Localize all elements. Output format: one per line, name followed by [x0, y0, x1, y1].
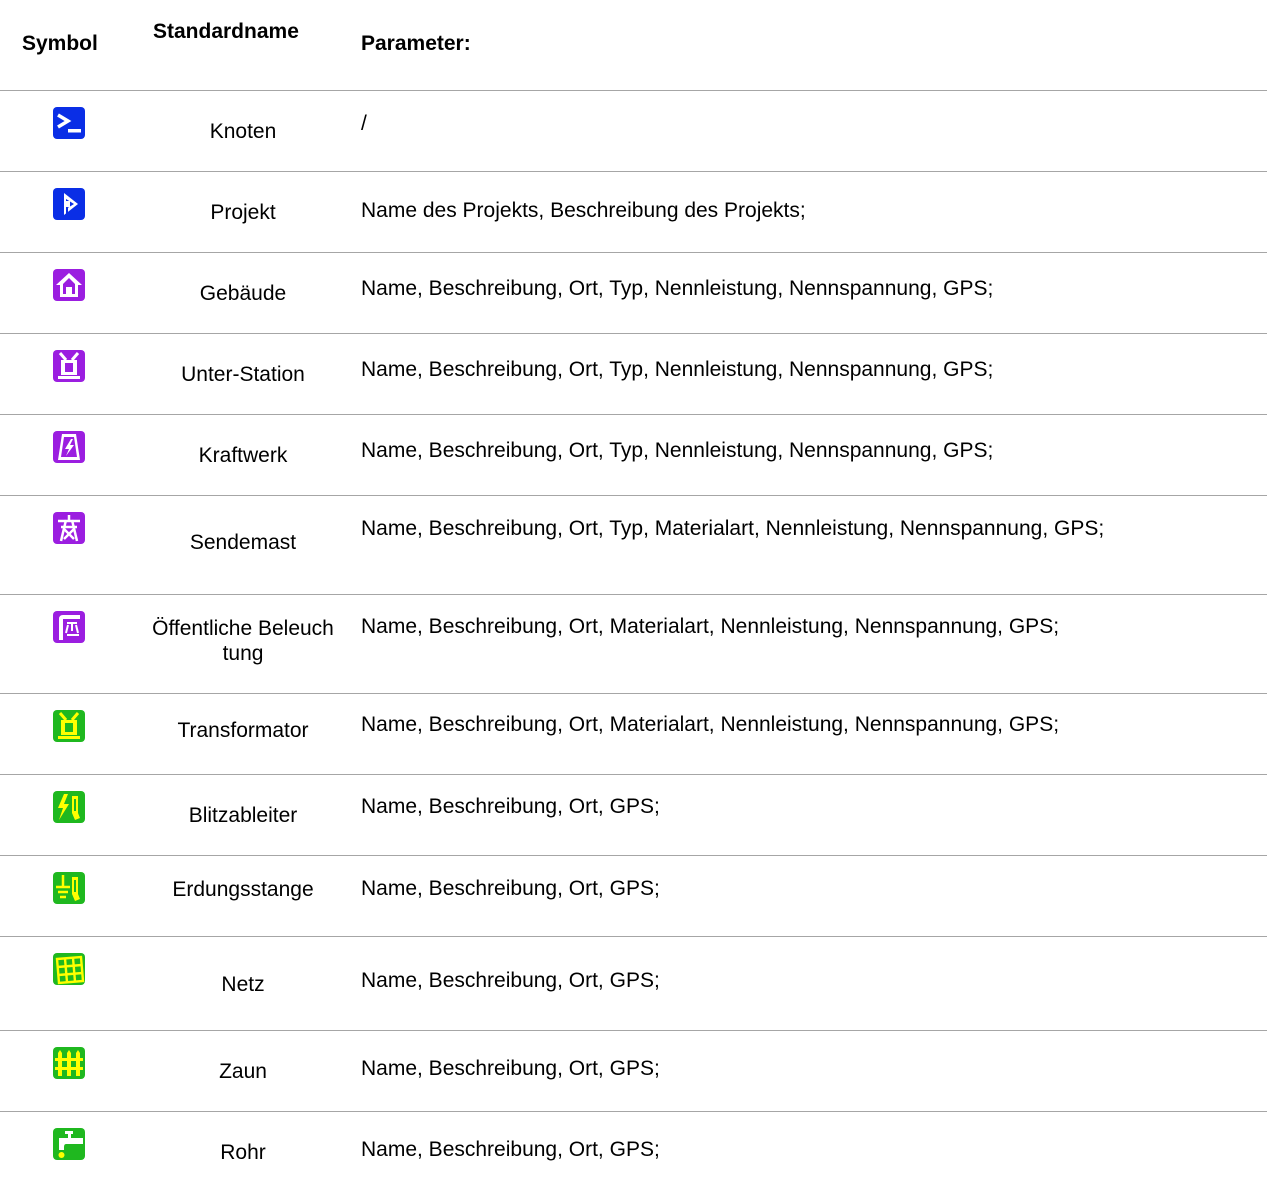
table-row: Zaun Name, Beschreibung, Ort, GPS; [0, 1030, 1267, 1112]
earthing-rod-icon [53, 872, 85, 904]
terminal-icon [53, 107, 85, 139]
lightning-rod-icon [53, 791, 85, 823]
transmission-tower-icon [53, 512, 85, 544]
table-row: Kraftwerk Name, Beschreibung, Ort, Typ, N… [0, 414, 1267, 496]
header-standard-name: Standardname [153, 20, 299, 43]
fence-icon [53, 1047, 85, 1079]
table-row: Transformator Name, Beschreibung, Ort, Ma… [0, 693, 1267, 775]
row-standard-name: Kraftwerk [198, 444, 288, 467]
row-standard-name: Öffentliche Beleuchtung [152, 617, 334, 665]
header-parameters: Parameter: [361, 32, 471, 55]
table-row: Knoten / [0, 90, 1267, 172]
table-row: Öffentliche Beleuchtung Name, Beschreibun… [0, 594, 1267, 694]
row-parameters: Name, Beschreibung, Ort, GPS; [361, 877, 660, 900]
row-parameters: Name, Beschreibung, Ort, Typ, Materialar… [361, 517, 1105, 540]
table-row: Unter-Station Name, Beschreibung, Ort, Ty… [0, 333, 1267, 415]
row-standard-name: Gebäude [199, 282, 287, 305]
row-standard-name: Rohr [220, 1141, 266, 1164]
row-standard-name: Erdungsstange [172, 878, 314, 901]
table-row: Erdungsstange Name, Beschreibung, Ort, GP… [0, 855, 1267, 937]
row-standard-name: Blitzableiter [188, 804, 298, 827]
table-row: Sendemast Name, Beschreibung, Ort, Typ, M… [0, 495, 1267, 595]
substation-icon [53, 350, 85, 382]
table-row: Blitzableiter Name, Beschreibung, Ort, GP… [0, 774, 1267, 856]
row-parameters: / [361, 112, 367, 135]
row-parameters: Name, Beschreibung, Ort, GPS; [361, 795, 660, 818]
row-parameters: Name, Beschreibung, Ort, GPS; [361, 1057, 660, 1080]
power-plant-icon [53, 431, 85, 463]
row-standard-name: Transformator [177, 719, 309, 742]
header-symbol: Symbol [22, 32, 98, 55]
table-header: Symbol Standardname Parameter: [0, 0, 1267, 90]
row-standard-name: Projekt [210, 201, 276, 224]
table-row: Rohr Name, Beschreibung, Ort, GPS; [0, 1111, 1267, 1194]
grid-icon [53, 953, 85, 985]
row-parameters: Name, Beschreibung, Ort, Typ, Nennleistu… [361, 358, 994, 381]
pipe-icon [53, 1128, 85, 1160]
row-parameters: Name, Beschreibung, Ort, GPS; [361, 1138, 660, 1161]
building-icon [53, 269, 85, 301]
row-standard-name: Knoten [209, 120, 277, 143]
row-parameters: Name, Beschreibung, Ort, Materialart, Ne… [361, 615, 1060, 638]
row-standard-name: Unter-Station [181, 363, 305, 386]
row-standard-name: Sendemast [189, 531, 297, 554]
row-standard-name: Zaun [219, 1060, 267, 1083]
table-row: Projekt Name des Projekts, Beschreibung d… [0, 171, 1267, 253]
row-parameters: Name, Beschreibung, Ort, GPS; [361, 969, 660, 992]
row-parameters: Name, Beschreibung, Ort, Typ, Nennleistu… [361, 277, 994, 300]
table-row: Gebäude Name, Beschreibung, Ort, Typ, Nen… [0, 252, 1267, 334]
street-light-icon [53, 611, 85, 643]
row-parameters: Name des Projekts, Beschreibung des Proj… [361, 199, 806, 222]
row-parameters: Name, Beschreibung, Ort, Typ, Nennleistu… [361, 439, 994, 462]
table-row: Netz Name, Beschreibung, Ort, GPS; [0, 936, 1267, 1031]
project-icon [53, 188, 85, 220]
transformer-icon [53, 710, 85, 742]
row-parameters: Name, Beschreibung, Ort, Materialart, Ne… [361, 713, 1060, 736]
row-standard-name: Netz [221, 973, 265, 996]
